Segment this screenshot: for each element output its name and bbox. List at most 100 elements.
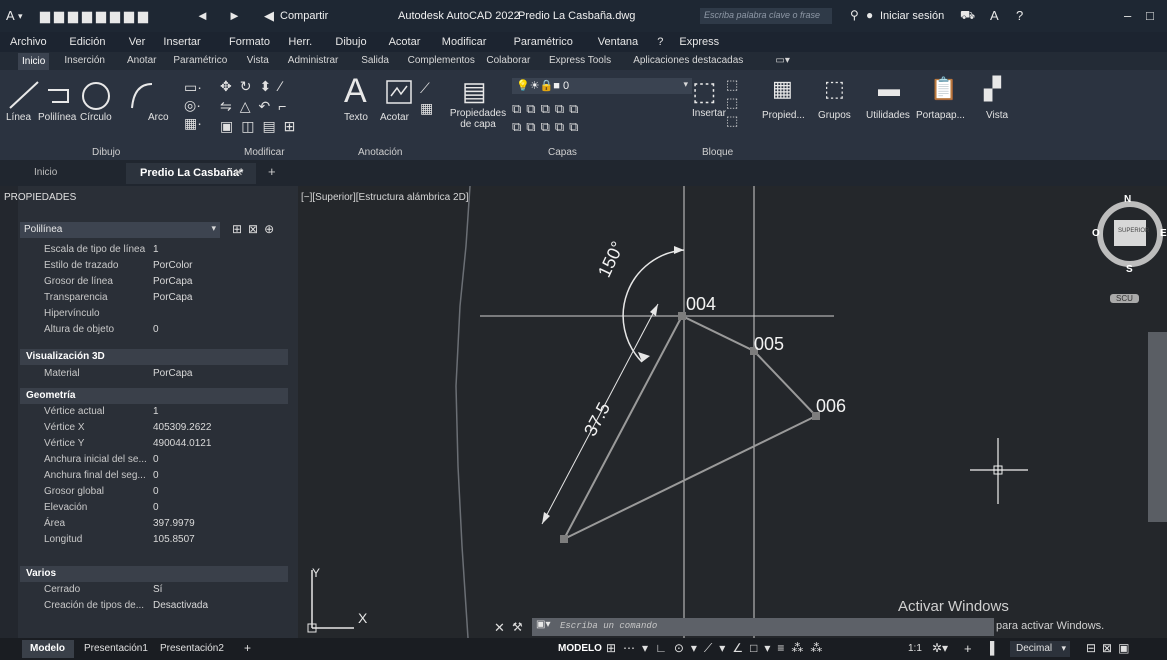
undo-icon[interactable]: ◄: [196, 8, 209, 23]
property-value[interactable]: 397.9979: [153, 518, 195, 529]
property-row[interactable]: Creación de tipos de... Desactivada: [0, 600, 298, 616]
add-plus-icon[interactable]: +: [964, 641, 972, 656]
layout1-tab[interactable]: Presentación1: [84, 643, 148, 654]
layer-dropdown[interactable]: 💡☀🔒■ 0 ▾: [512, 78, 692, 94]
property-row[interactable]: Grosor de línea PorCapa: [0, 276, 298, 292]
menu-item-8[interactable]: Modificar: [442, 36, 487, 48]
compass-west[interactable]: O: [1092, 228, 1100, 239]
property-value[interactable]: PorCapa: [153, 292, 192, 303]
layer-tool-icons[interactable]: ⧉⧉⧉⧉⧉ ⧉⧉⧉⧉⧉: [512, 100, 583, 136]
layer-properties-icon[interactable]: ▤: [462, 76, 487, 107]
app-menu-arrow-icon[interactable]: ▾: [18, 11, 23, 22]
property-row[interactable]: Hipervínculo: [0, 308, 298, 324]
menu-item-10[interactable]: Ventana: [598, 36, 638, 48]
property-row[interactable]: Escala de tipo de línea 1: [0, 244, 298, 260]
maximize-icon[interactable]: □: [1146, 8, 1154, 23]
view-icon[interactable]: ▞: [984, 76, 1001, 102]
active-file-tab[interactable]: Predio La Casbaña* ✕: [126, 163, 256, 184]
text-icon[interactable]: A: [344, 72, 367, 111]
start-tab[interactable]: Inicio: [34, 167, 57, 178]
annotation-scale[interactable]: 1:1: [908, 643, 922, 654]
object-type-dropdown[interactable]: Polilínea ▾: [20, 222, 220, 238]
layer-properties-button[interactable]: Propiedades de capa: [448, 108, 508, 130]
ribbon-tab-4[interactable]: Vista: [247, 55, 269, 66]
clipboard-button[interactable]: Portapap...: [916, 110, 965, 121]
property-value[interactable]: 105.8507: [153, 534, 195, 545]
circle-tool-button[interactable]: Círculo: [80, 112, 112, 123]
property-value[interactable]: PorCapa: [153, 276, 192, 287]
arc-tool-button[interactable]: Arco: [148, 112, 169, 123]
ribbon-tab-3[interactable]: Paramétrico: [173, 55, 227, 66]
geometry-section-header[interactable]: Geometría: [20, 388, 288, 404]
layout2-tab[interactable]: Presentación2: [160, 643, 224, 654]
user-icon[interactable]: ●: [866, 8, 873, 22]
command-input[interactable]: Escriba un comando: [560, 621, 657, 631]
property-row[interactable]: Vértice Y 490044.0121: [0, 438, 298, 454]
property-row[interactable]: Anchura final del seg... 0: [0, 470, 298, 486]
quick-access-toolbar-icons[interactable]: ▆▆▆▆▆▆▆▆: [40, 8, 152, 24]
minimize-icon[interactable]: –: [1124, 8, 1131, 23]
menu-item-3[interactable]: Insertar: [163, 36, 200, 48]
search-input[interactable]: Escriba palabra clave o frase: [704, 10, 820, 20]
quick-properties-icon[interactable]: ▌: [990, 641, 999, 655]
gear-icon[interactable]: ✲▾: [932, 641, 948, 655]
scu-menu-button[interactable]: SCU: [1110, 294, 1139, 303]
utilities-icon[interactable]: ▬: [878, 76, 900, 102]
block-small-icons[interactable]: ⬚ ⬚ ⬚: [726, 76, 738, 130]
block-panel-label[interactable]: Bloque: [702, 147, 733, 158]
property-row[interactable]: Longitud 105.8507: [0, 534, 298, 550]
compass-south[interactable]: S: [1126, 264, 1133, 275]
property-row[interactable]: Área 397.9979: [0, 518, 298, 534]
compass-east[interactable]: E: [1160, 228, 1167, 239]
ribbon-tab-10[interactable]: Aplicaciones destacadas: [633, 55, 743, 66]
properties-icon[interactable]: ▦: [772, 76, 793, 102]
property-row[interactable]: Vértice X 405309.2622: [0, 422, 298, 438]
search-field[interactable]: Escriba palabra clave o frase: [700, 8, 832, 24]
search-icon[interactable]: ⚲: [850, 8, 859, 22]
modify-panel-label[interactable]: Modificar: [244, 147, 285, 158]
ribbon-tab-2[interactable]: Anotar: [127, 55, 156, 66]
property-value[interactable]: 0: [153, 324, 159, 335]
share-icon[interactable]: ◀: [264, 8, 274, 24]
close-icon[interactable]: ✕: [234, 166, 243, 179]
property-value[interactable]: 490044.0121: [153, 438, 211, 449]
menu-item-4[interactable]: Formato: [229, 36, 270, 48]
property-row[interactable]: Transparencia PorCapa: [0, 292, 298, 308]
property-row[interactable]: Grosor global 0: [0, 486, 298, 502]
annotation-small-icons[interactable]: ⟋ ▦: [420, 78, 433, 118]
property-row[interactable]: Material PorCapa: [0, 368, 298, 384]
model-tab[interactable]: Modelo: [22, 640, 74, 658]
close-icon[interactable]: ✕: [494, 620, 505, 636]
property-value[interactable]: Desactivada: [153, 600, 208, 611]
draw-panel-label[interactable]: Dibujo: [92, 147, 120, 158]
viewcube-label[interactable]: SUPERIOR: [1118, 228, 1149, 234]
signin-button[interactable]: Iniciar sesión: [880, 10, 944, 22]
ribbon-tab-6[interactable]: Salida: [361, 55, 389, 66]
menu-item-1[interactable]: Edición: [69, 36, 105, 48]
model-space-button[interactable]: MODELO: [558, 643, 602, 654]
navigation-bar[interactable]: [1148, 332, 1167, 522]
groups-button[interactable]: Grupos: [818, 110, 851, 121]
command-line[interactable]: ▣▾ Escriba un comando: [532, 618, 994, 636]
property-value[interactable]: PorCapa: [153, 368, 192, 379]
property-value[interactable]: 405309.2622: [153, 422, 211, 433]
drawing-viewport[interactable]: [−][Superior][Estructura alámbrica 2D] 0…: [298, 186, 1167, 638]
menu-item-12[interactable]: Express: [679, 36, 719, 48]
modify-tool-icons[interactable]: ✥↻⬍∕ ⇋△↶⌐ ▣◫▤⊞: [220, 76, 303, 136]
draw-small-icons[interactable]: ▭· ◎· ▦·: [184, 78, 202, 132]
line-tool-button[interactable]: Línea: [6, 112, 31, 123]
menu-item-9[interactable]: Paramétrico: [514, 36, 573, 48]
property-value[interactable]: 0: [153, 486, 159, 497]
workspace-icons[interactable]: ⊟⊠▣: [1086, 641, 1135, 655]
property-row[interactable]: Elevación 0: [0, 502, 298, 518]
ribbon-tab-5[interactable]: Administrar: [288, 55, 339, 66]
properties-button[interactable]: Propied...: [762, 110, 805, 121]
menu-item-7[interactable]: Acotar: [389, 36, 421, 48]
property-value[interactable]: 0: [153, 502, 159, 513]
text-tool-button[interactable]: Texto: [344, 112, 368, 123]
view-button[interactable]: Vista: [986, 110, 1008, 121]
ribbon-tab-0[interactable]: Inicio: [18, 53, 50, 70]
dimension-tool-button[interactable]: Acotar: [380, 112, 409, 123]
menu-item-6[interactable]: Dibujo: [335, 36, 366, 48]
property-value[interactable]: 0: [153, 454, 159, 465]
